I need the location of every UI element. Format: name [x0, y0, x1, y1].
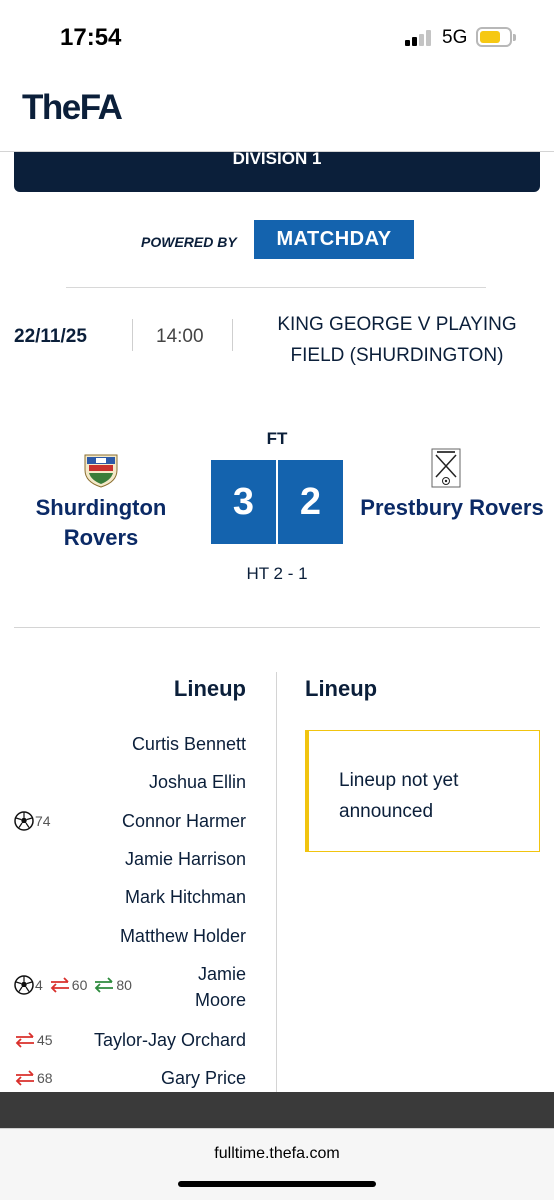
player-name[interactable]: Jamie Harrison	[125, 846, 246, 872]
player-events: 68	[14, 1068, 53, 1088]
away-team-name[interactable]: Prestbury Rovers	[352, 493, 552, 523]
event-minute: 4	[35, 977, 43, 993]
player-name[interactable]: Taylor-Jay Orchard	[94, 1027, 246, 1053]
status-time: 17:54	[60, 24, 122, 51]
divider	[132, 319, 133, 351]
away-score: 2	[278, 460, 343, 544]
network-label: 5G	[442, 27, 468, 48]
match-info: 22/11/25 14:00 KING GEORGE V PLAYING FIE…	[0, 305, 554, 366]
player-name[interactable]: Jamie Moore	[176, 961, 246, 1013]
divider	[232, 319, 233, 351]
match-venue: KING GEORGE V PLAYING FIELD (SHURDINGTON…	[277, 314, 517, 366]
player-name[interactable]: Gary Price	[161, 1065, 246, 1091]
player-name[interactable]: Matthew Holder	[120, 923, 246, 949]
football-icon	[14, 975, 34, 995]
event-minute: 45	[37, 1032, 53, 1048]
url-text[interactable]: fulltime.thefa.com	[0, 1145, 554, 1163]
away-crest-icon	[431, 448, 461, 488]
lineup-divider	[276, 672, 277, 1122]
site-header: TheFA	[0, 74, 554, 152]
division-banner: DIVISION 1	[14, 149, 540, 192]
lineup-notice-text: Lineup not yet announced	[339, 770, 459, 822]
sub-off-event: 45	[14, 1030, 53, 1050]
player-name[interactable]: Joshua Ellin	[149, 769, 246, 795]
player-name[interactable]: Mark Hitchman	[125, 884, 246, 910]
home-lineup-title: Lineup	[173, 676, 246, 701]
matchday-logo[interactable]: MATCHDAY	[254, 220, 414, 259]
fa-logo[interactable]: TheFA	[22, 88, 123, 128]
divider	[14, 627, 540, 628]
half-time-score: HT 2 - 1	[246, 564, 308, 583]
home-crest-icon	[84, 454, 118, 488]
powered-by-label: POWERED BY	[141, 234, 237, 250]
lineup-notice: Lineup not yet announced	[305, 730, 540, 852]
substitution-icon	[50, 977, 69, 993]
goal-event: 4	[14, 975, 43, 995]
event-minute: 80	[116, 977, 132, 993]
sub-off-event: 60	[49, 975, 88, 995]
match-time: 14:00	[156, 326, 204, 347]
bottom-toolbar	[0, 1092, 554, 1128]
powered-by: POWERED BY MATCHDAY	[0, 220, 554, 260]
battery-icon	[476, 27, 516, 47]
football-icon	[14, 811, 34, 831]
substitution-icon	[95, 977, 114, 993]
substitution-icon	[15, 1032, 34, 1048]
substitution-icon	[15, 1070, 34, 1086]
goal-event: 74	[14, 811, 51, 831]
player-events: 45	[14, 1030, 53, 1050]
home-indicator[interactable]	[178, 1181, 376, 1187]
divider	[66, 287, 486, 288]
player-events: 4 60 80	[14, 975, 132, 995]
sub-off-event: 68	[14, 1068, 53, 1088]
player-events: 74	[14, 811, 51, 831]
event-minute: 60	[71, 977, 88, 993]
scoreboard: FT Shurdington Rovers 3 2 Prestbury Rove…	[0, 420, 554, 590]
home-score: 3	[211, 460, 276, 544]
signal-icon	[405, 30, 433, 46]
match-status: FT	[266, 429, 288, 448]
player-name[interactable]: Connor Harmer	[122, 808, 246, 834]
status-bar: 17:54 5G	[0, 0, 554, 74]
match-date: 22/11/25	[14, 326, 87, 347]
browser-url-bar[interactable]: fulltime.thefa.com	[0, 1128, 554, 1200]
event-minute: 74	[35, 813, 51, 829]
player-name[interactable]: Curtis Bennett	[132, 731, 246, 757]
sub-on-event: 80	[93, 975, 132, 995]
division-label: DIVISION 1	[232, 149, 322, 168]
away-lineup-title: Lineup	[305, 676, 378, 701]
home-team-name[interactable]: Shurdington Rovers	[1, 493, 201, 553]
event-minute: 68	[37, 1070, 53, 1086]
